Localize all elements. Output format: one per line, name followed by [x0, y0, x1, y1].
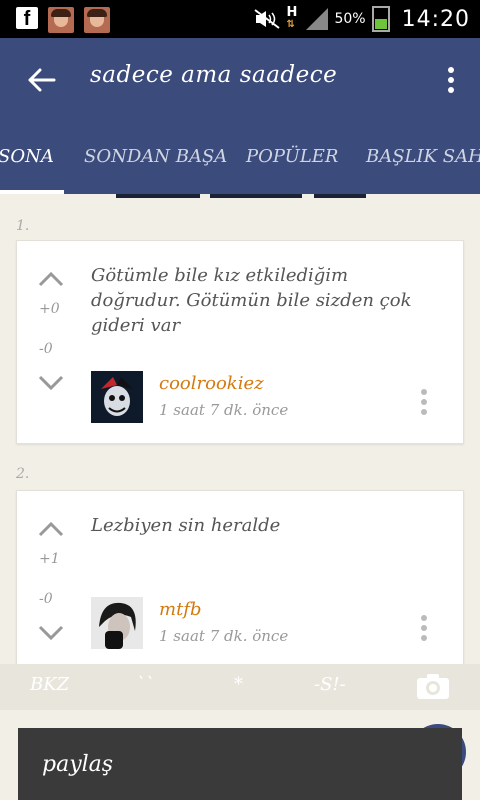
- tab-populer[interactable]: POPÜLER: [246, 146, 338, 167]
- divider: [116, 194, 200, 198]
- compose-input[interactable]: paylaş: [42, 752, 113, 777]
- divider: [210, 194, 302, 198]
- quote-button[interactable]: ``: [136, 674, 154, 695]
- notification-avatar-icon: [48, 7, 74, 33]
- battery-percent: 50%: [334, 11, 366, 27]
- avatar[interactable]: [91, 371, 143, 423]
- tab-indicator: [0, 190, 64, 194]
- app-bar: sadece ama saadece SONA SONDAN BAŞA POPÜ…: [0, 38, 480, 194]
- notification-icons: f: [16, 7, 110, 33]
- mute-icon: [254, 9, 281, 29]
- entry-time: 1 saat 7 dk. önce: [159, 627, 289, 645]
- bkz-button[interactable]: BKZ: [30, 674, 69, 695]
- author-link[interactable]: coolrookiez: [159, 373, 264, 394]
- signal-icon: [306, 8, 329, 30]
- tab-sondan-basa[interactable]: SONDAN BAŞA: [84, 146, 227, 167]
- entry-time: 1 saat 7 dk. önce: [159, 401, 289, 419]
- system-icons: H ⇅ 50% 14:20: [254, 4, 470, 34]
- back-arrow-icon[interactable]: [24, 62, 60, 98]
- camera-icon[interactable]: [416, 672, 450, 700]
- compose-box[interactable]: paylaş: [18, 728, 462, 800]
- entry-text: Götümle bile kız etkilediğim doğrudur. G…: [91, 265, 412, 336]
- entry-text: Lezbiyen sin heralde: [91, 515, 281, 536]
- downvote-count: -0: [39, 341, 53, 357]
- status-bar: f H ⇅ 50% 14:20: [0, 0, 480, 38]
- page-title: sadece ama saadece: [90, 62, 338, 88]
- network-type-icon: H ⇅: [286, 5, 298, 30]
- facebook-icon: f: [16, 7, 38, 30]
- upvote-count: +1: [39, 551, 60, 567]
- upvote-count: +0: [39, 301, 60, 317]
- entry-card: +0 -0 Götümle bile kız etkilediğim doğru…: [16, 240, 464, 444]
- overflow-menu-icon[interactable]: [440, 62, 462, 98]
- entry-number: 1.: [16, 218, 30, 234]
- formatting-toolbar: BKZ `` * -S!-: [0, 664, 480, 710]
- notification-avatar-icon: [84, 7, 110, 33]
- entry-menu-icon[interactable]: [419, 387, 429, 417]
- divider: [314, 194, 366, 198]
- star-button[interactable]: *: [234, 674, 243, 695]
- downvote-icon[interactable]: [37, 373, 65, 393]
- upvote-icon[interactable]: [37, 519, 65, 539]
- downvote-icon[interactable]: [37, 623, 65, 643]
- entry-number: 2.: [16, 466, 30, 482]
- battery-icon: [371, 6, 390, 32]
- tab-sona[interactable]: SONA: [0, 146, 54, 167]
- tab-baslik-sahibi[interactable]: BAŞLIK SAH: [366, 146, 480, 167]
- tab-bar: SONA SONDAN BAŞA POPÜLER BAŞLIK SAH: [0, 138, 480, 194]
- entry-card: +1 -0 Lezbiyen sin heralde mtfb 1 saat 7…: [16, 490, 464, 680]
- clock: 14:20: [401, 6, 470, 32]
- entry-menu-icon[interactable]: [419, 613, 429, 643]
- author-link[interactable]: mtfb: [159, 599, 202, 620]
- avatar[interactable]: [91, 597, 143, 649]
- upvote-icon[interactable]: [37, 269, 65, 289]
- spoiler-button[interactable]: -S!-: [314, 674, 346, 695]
- downvote-count: -0: [39, 591, 53, 607]
